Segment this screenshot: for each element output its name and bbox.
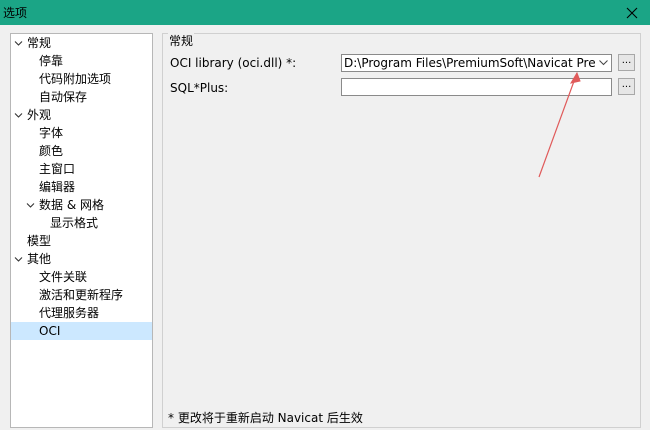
annotation-arrow bbox=[538, 71, 581, 178]
arrow-icon bbox=[538, 71, 581, 178]
